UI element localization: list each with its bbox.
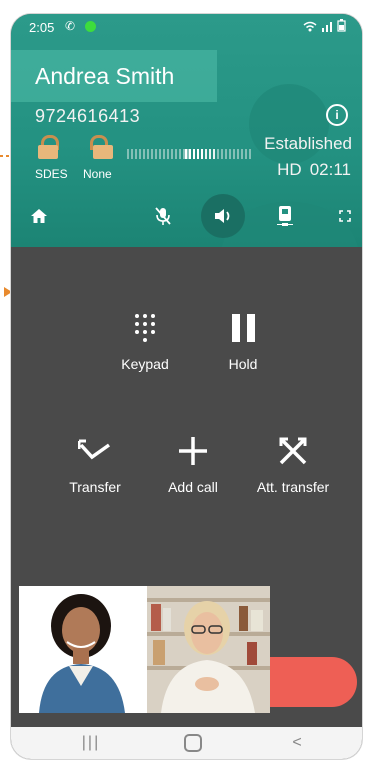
mic-off-icon [155,207,171,225]
wifi-icon [303,21,317,32]
add-call-button[interactable]: Add call [153,427,233,495]
active-call-indicator [85,21,96,32]
keypad-icon [135,314,155,342]
hd-badge: HD [277,160,302,179]
hold-button[interactable]: Hold [203,304,283,372]
att-transfer-label: Att. transfer [256,479,330,495]
device-button[interactable] [273,194,297,238]
keypad-button[interactable]: Keypad [105,304,185,372]
home-icon [31,209,47,223]
hold-label: Hold [228,356,258,372]
transfer-icon [78,439,111,460]
pause-icon [231,314,255,342]
remote-participant-image [147,586,270,713]
status-time: 2:05 [29,20,55,35]
status-bar: 2:05 ✆ [11,14,362,42]
transfer-label: Transfer [69,479,121,495]
call-header: 2:05 ✆ Andrea Smith 9724616413 i SDES No… [11,14,362,247]
keypad-label: Keypad [121,356,169,372]
device-icon [277,206,293,226]
recent-apps-icon: ||| [81,734,101,751]
info-icon[interactable]: i [326,104,348,126]
local-video-preview[interactable] [19,586,147,713]
phone-icon: ✆ [65,19,76,33]
fullscreen-button[interactable] [333,194,357,238]
contact-number: 9724616413 [35,106,141,126]
add-call-label: Add call [168,479,218,495]
audio-level-meter-out-rest [205,149,251,159]
back-button[interactable]: < [287,731,307,755]
call-duration: 02:11 [309,160,351,179]
home-button[interactable] [27,194,51,238]
android-nav-bar: ||| < [11,727,362,759]
encryption-label-none: None [83,167,112,181]
system-home-icon [184,734,202,752]
lock-closed-icon [38,135,59,159]
system-home-button[interactable] [183,731,203,755]
recent-apps-button[interactable]: ||| [76,731,106,755]
att-transfer-icon [279,437,307,465]
lock-open-icon [90,135,113,159]
call-toolbar [11,194,362,238]
fullscreen-icon [339,210,351,222]
local-participant-image [19,586,147,713]
audio-level-meter-in [127,149,189,159]
contact-name: Andrea Smith [35,63,175,89]
mute-button[interactable] [151,194,175,238]
system-icons [303,19,346,35]
transfer-button[interactable]: Transfer [55,427,135,495]
remote-video[interactable] [147,586,270,713]
speaker-icon [215,209,230,223]
encryption-label-sdes: SDES [35,167,68,181]
call-state: Established [264,134,352,153]
battery-icon [337,19,346,32]
plus-icon [179,437,207,465]
back-icon: < [292,734,302,751]
call-duration-row: HD 02:11 [277,160,351,180]
att-transfer-button[interactable]: Att. transfer [247,427,339,495]
phone-screen: 2:05 ✆ Andrea Smith 9724616413 i SDES No… [11,14,362,759]
signal-icon [321,22,332,32]
speaker-button[interactable] [201,194,245,238]
